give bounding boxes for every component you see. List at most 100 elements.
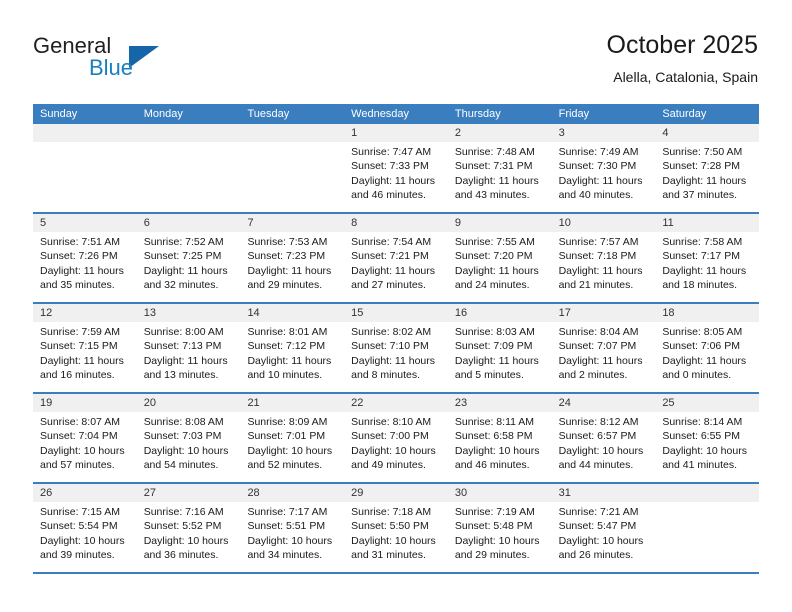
day-number-12[interactable]: 12: [33, 304, 137, 322]
day-number-15[interactable]: 15: [344, 304, 448, 322]
day-cell-24[interactable]: Sunrise: 8:12 AM Sunset: 6:57 PM Daylight:…: [552, 412, 656, 482]
day-cell-empty: [240, 142, 344, 212]
day-cell-16[interactable]: Sunrise: 8:03 AM Sunset: 7:09 PM Daylight:…: [448, 322, 552, 392]
day-detail-line: Sunset: 7:18 PM: [558, 250, 637, 263]
day-detail-line: Sunset: 6:58 PM: [454, 430, 533, 443]
day-detail-line: Sunset: 7:26 PM: [40, 250, 118, 263]
weekday-header-wednesday: Wednesday: [351, 108, 410, 120]
day-detail-line: Daylight: 10 hours: [247, 444, 333, 457]
day-cell-28[interactable]: Sunrise: 7:17 AM Sunset: 5:51 PM Daylight:…: [240, 502, 344, 572]
day-detail-line: Daylight: 11 hours: [558, 264, 643, 277]
day-number-13[interactable]: 13: [137, 304, 241, 322]
day-detail-line: Sunrise: 8:03 AM: [454, 326, 535, 338]
day-cell-11[interactable]: Sunrise: 7:58 AM Sunset: 7:17 PM Daylight:…: [655, 232, 759, 302]
day-detail-line: Daylight: 11 hours: [454, 174, 539, 187]
day-detail-line: and 16 minutes.: [40, 369, 115, 382]
day-cell-2[interactable]: Sunrise: 7:48 AM Sunset: 7:31 PM Daylight:…: [448, 142, 552, 212]
day-cell-1[interactable]: Sunrise: 7:47 AM Sunset: 7:33 PM Daylight:…: [344, 142, 448, 212]
day-cell-7[interactable]: Sunrise: 7:53 AM Sunset: 7:23 PM Daylight:…: [240, 232, 344, 302]
day-number-17[interactable]: 17: [552, 304, 656, 322]
day-cell-26[interactable]: Sunrise: 7:15 AM Sunset: 5:54 PM Daylight:…: [33, 502, 137, 572]
day-number-30[interactable]: 30: [448, 484, 552, 502]
day-cell-17[interactable]: Sunrise: 8:04 AM Sunset: 7:07 PM Daylight:…: [552, 322, 656, 392]
day-number-25[interactable]: 25: [655, 394, 759, 412]
day-cell-23[interactable]: Sunrise: 8:11 AM Sunset: 6:58 PM Daylight:…: [448, 412, 552, 482]
day-detail-line: Sunset: 7:01 PM: [247, 430, 326, 443]
day-number-7[interactable]: 7: [240, 214, 344, 232]
day-number-9[interactable]: 9: [448, 214, 552, 232]
day-cell-6[interactable]: Sunrise: 7:52 AM Sunset: 7:25 PM Daylight:…: [137, 232, 241, 302]
day-cell-12[interactable]: Sunrise: 7:59 AM Sunset: 7:15 PM Daylight:…: [33, 322, 137, 392]
day-cell-30[interactable]: Sunrise: 7:19 AM Sunset: 5:48 PM Daylight:…: [448, 502, 552, 572]
day-detail-line: Sunrise: 7:16 AM: [143, 506, 224, 518]
day-number-11[interactable]: 11: [655, 214, 759, 232]
day-detail-line: Sunrise: 8:14 AM: [662, 416, 743, 428]
day-cell-21[interactable]: Sunrise: 8:09 AM Sunset: 7:01 PM Daylight:…: [240, 412, 344, 482]
day-number-31[interactable]: 31: [552, 484, 656, 502]
day-number-16[interactable]: 16: [448, 304, 552, 322]
day-detail-line: and 0 minutes.: [662, 369, 732, 382]
calendar-weeks: 1 2 3 4 Sunrise: 7:47 AM Sunset: 7:33 PM Dayli…: [33, 124, 759, 572]
day-detail-line: and 2 minutes.: [558, 369, 628, 382]
day-detail-line: Sunrise: 7:18 AM: [351, 506, 432, 518]
day-number-10[interactable]: 10: [552, 214, 656, 232]
day-detail-line: Daylight: 11 hours: [454, 354, 539, 367]
day-cell-22[interactable]: Sunrise: 8:10 AM Sunset: 7:00 PM Daylight:…: [344, 412, 448, 482]
day-cell-20[interactable]: Sunrise: 8:08 AM Sunset: 7:03 PM Daylight:…: [137, 412, 241, 482]
day-number-26[interactable]: 26: [33, 484, 137, 502]
day-cell-8[interactable]: Sunrise: 7:54 AM Sunset: 7:21 PM Daylight:…: [344, 232, 448, 302]
day-detail-line: Sunrise: 8:01 AM: [247, 326, 328, 338]
day-number-5[interactable]: 5: [33, 214, 137, 232]
day-cell-14[interactable]: Sunrise: 8:01 AM Sunset: 7:12 PM Daylight:…: [240, 322, 344, 392]
day-detail-line: and 57 minutes.: [40, 459, 115, 472]
day-number-19[interactable]: 19: [33, 394, 137, 412]
day-cell-3[interactable]: Sunrise: 7:49 AM Sunset: 7:30 PM Daylight:…: [552, 142, 656, 212]
day-number-27[interactable]: 27: [137, 484, 241, 502]
day-number-4[interactable]: 4: [655, 124, 759, 142]
day-detail-line: and 24 minutes.: [454, 279, 530, 292]
day-number-18[interactable]: 18: [655, 304, 759, 322]
day-number-6[interactable]: 6: [137, 214, 241, 232]
day-cell-27[interactable]: Sunrise: 7:16 AM Sunset: 5:52 PM Daylight:…: [137, 502, 241, 572]
day-detail-line: Sunset: 7:25 PM: [143, 250, 222, 263]
day-detail-line: and 44 minutes.: [558, 459, 634, 472]
day-number-2[interactable]: 2: [448, 124, 552, 142]
day-number-24[interactable]: 24: [552, 394, 656, 412]
week-date-number-band: 19 20 21 22 23 24 25: [33, 394, 759, 412]
day-detail-line: Sunrise: 7:17 AM: [247, 506, 328, 518]
day-cell-4[interactable]: Sunrise: 7:50 AM Sunset: 7:28 PM Daylight:…: [655, 142, 759, 212]
day-number-8[interactable]: 8: [344, 214, 448, 232]
day-detail-line: Sunrise: 7:55 AM: [454, 236, 535, 248]
day-detail-line: Sunset: 7:15 PM: [40, 340, 118, 353]
day-detail-line: Daylight: 11 hours: [558, 174, 643, 187]
day-cell-9[interactable]: Sunrise: 7:55 AM Sunset: 7:20 PM Daylight:…: [448, 232, 552, 302]
day-cell-13[interactable]: Sunrise: 8:00 AM Sunset: 7:13 PM Daylight:…: [137, 322, 241, 392]
day-number-20[interactable]: 20: [137, 394, 241, 412]
calendar-week-row: 12 13 14 15 16 17 18 Sunrise: 7:59 AM Sunset: 7:…: [33, 302, 759, 392]
day-number-29[interactable]: 29: [344, 484, 448, 502]
day-number-22[interactable]: 22: [344, 394, 448, 412]
day-number-23[interactable]: 23: [448, 394, 552, 412]
day-cell-19[interactable]: Sunrise: 8:07 AM Sunset: 7:04 PM Daylight:…: [33, 412, 137, 482]
day-cell-empty: [655, 502, 759, 572]
day-cell-31[interactable]: Sunrise: 7:21 AM Sunset: 5:47 PM Daylight:…: [552, 502, 656, 572]
day-detail-line: Sunrise: 8:12 AM: [558, 416, 639, 428]
day-cell-29[interactable]: Sunrise: 7:18 AM Sunset: 5:50 PM Daylight:…: [344, 502, 448, 572]
day-number-3[interactable]: 3: [552, 124, 656, 142]
day-detail-line: Sunset: 7:33 PM: [351, 160, 429, 173]
day-cell-15[interactable]: Sunrise: 8:02 AM Sunset: 7:10 PM Daylight:…: [344, 322, 448, 392]
day-number-1[interactable]: 1: [344, 124, 448, 142]
day-number-14[interactable]: 14: [240, 304, 344, 322]
day-cell-5[interactable]: Sunrise: 7:51 AM Sunset: 7:26 PM Daylight:…: [33, 232, 137, 302]
logo-triangle-icon: [129, 46, 159, 68]
day-number-28[interactable]: 28: [240, 484, 344, 502]
day-detail-line: Daylight: 11 hours: [454, 264, 539, 277]
day-cell-18[interactable]: Sunrise: 8:05 AM Sunset: 7:06 PM Daylight:…: [655, 322, 759, 392]
day-detail-line: Sunrise: 7:59 AM: [40, 326, 120, 338]
day-number-21[interactable]: 21: [240, 394, 344, 412]
calendar-page: General Blue October 2025 Alella, Catalo…: [0, 0, 792, 612]
day-detail-line: and 37 minutes.: [662, 189, 738, 202]
day-cell-10[interactable]: Sunrise: 7:57 AM Sunset: 7:18 PM Daylight:…: [552, 232, 656, 302]
day-detail-line: and 34 minutes.: [247, 549, 323, 562]
day-cell-25[interactable]: Sunrise: 8:14 AM Sunset: 6:55 PM Daylight:…: [655, 412, 759, 482]
